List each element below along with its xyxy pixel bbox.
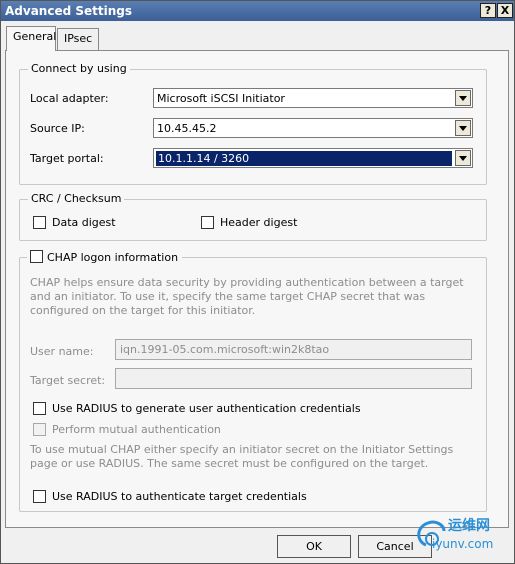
window-title: Advanced Settings <box>5 4 133 18</box>
username-value: iqn.1991-05.com.microsoft:win2k8tao <box>120 343 330 356</box>
general-panel: Connect by using Local adapter: Microsof… <box>5 50 509 528</box>
connect-group: Connect by using Local adapter: Microsof… <box>19 62 487 185</box>
radius-authenticate-checkbox[interactable] <box>33 490 46 503</box>
radius-generate-checkbox[interactable] <box>33 402 46 415</box>
chevron-down-icon[interactable] <box>455 120 471 136</box>
source-ip-value: 10.45.45.2 <box>157 122 217 135</box>
tab-general[interactable]: General <box>6 26 56 51</box>
mutual-auth-description: To use mutual CHAP either specify an ini… <box>30 443 454 470</box>
target-portal-select[interactable]: 10.1.1.14 / 3260 <box>153 148 473 168</box>
chap-checkbox[interactable] <box>30 250 43 263</box>
local-adapter-select[interactable]: Microsoft iSCSI Initiator <box>153 88 473 108</box>
mutual-auth-checkbox[interactable] <box>33 423 46 436</box>
advanced-settings-dialog: Advanced Settings ? X General IPsec Conn… <box>0 0 515 564</box>
ok-button[interactable]: OK <box>277 535 351 558</box>
source-ip-select[interactable]: 10.45.45.2 <box>153 118 473 138</box>
radius-authenticate-label[interactable]: Use RADIUS to authenticate target creden… <box>52 490 307 503</box>
chap-legend-label[interactable]: CHAP logon information <box>47 251 178 264</box>
username-input[interactable]: iqn.1991-05.com.microsoft:win2k8tao <box>115 339 472 360</box>
close-icon: X <box>500 4 510 17</box>
target-secret-label: Target secret: <box>30 374 106 387</box>
chap-description: CHAP helps ensure data security by provi… <box>30 276 464 317</box>
data-digest-label[interactable]: Data digest <box>52 216 116 229</box>
close-button[interactable]: X <box>497 3 513 18</box>
target-secret-input[interactable] <box>115 368 472 389</box>
local-adapter-value: Microsoft iSCSI Initiator <box>157 92 285 105</box>
chap-legend: CHAP logon information <box>27 250 183 264</box>
watermark-text-top: 运维网 <box>448 518 490 534</box>
crc-group: CRC / Checksum Data digest Header digest <box>19 192 487 241</box>
crc-legend: CRC / Checksum <box>28 192 125 205</box>
header-digest-label[interactable]: Header digest <box>220 216 297 229</box>
chevron-down-icon[interactable] <box>455 90 471 106</box>
target-portal-label: Target portal: <box>30 152 104 165</box>
connect-legend: Connect by using <box>28 62 130 75</box>
chap-group: CHAP logon information CHAP helps ensure… <box>19 250 487 512</box>
target-portal-value: 10.1.1.14 / 3260 <box>156 151 452 166</box>
username-label: User name: <box>30 345 94 358</box>
data-digest-checkbox[interactable] <box>33 216 46 229</box>
radius-generate-label[interactable]: Use RADIUS to generate user authenticati… <box>52 402 361 415</box>
tab-ipsec[interactable]: IPsec <box>57 28 99 50</box>
local-adapter-label: Local adapter: <box>30 92 109 105</box>
help-button[interactable]: ? <box>480 3 496 18</box>
watermark: 运维网 iyunv.com <box>412 515 510 555</box>
source-ip-label: Source IP: <box>30 122 85 135</box>
chevron-down-icon[interactable] <box>455 150 471 166</box>
title-bar[interactable]: Advanced Settings ? X <box>1 1 514 21</box>
watermark-text-bottom: iyunv.com <box>432 537 494 551</box>
help-icon: ? <box>484 4 492 17</box>
header-digest-checkbox[interactable] <box>201 216 214 229</box>
mutual-auth-label: Perform mutual authentication <box>52 423 221 436</box>
